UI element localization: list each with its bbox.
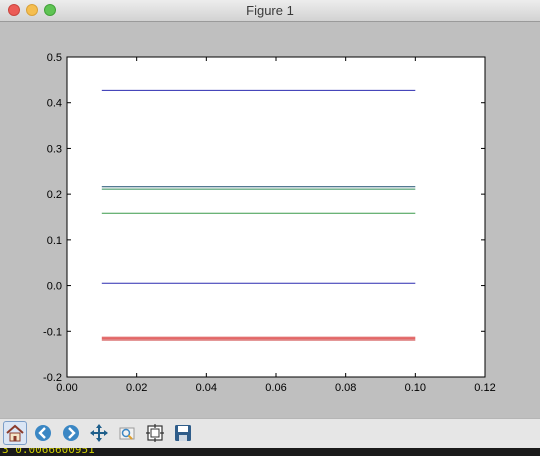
figure-canvas: 0.00 0.02 0.04 0.06 0.08 0.10 0.12 -0.2 -0.1 0.0 0… [0,22,540,418]
y-tick-label: 0.4 [47,98,62,110]
window-title: Figure 1 [246,3,294,18]
y-tick-label: 0.5 [47,52,62,64]
x-tick-label: 0.04 [196,382,217,394]
terminal-text: 3 0.0066600951 [2,448,95,456]
x-tick-label: 0.02 [126,382,147,394]
plot-area [66,56,486,378]
home-button[interactable] [3,421,27,445]
x-tick-label: 0.06 [265,382,286,394]
home-icon [5,423,25,443]
y-tick-label: 0.2 [47,189,62,201]
forward-button[interactable] [59,421,83,445]
save-button[interactable] [171,421,195,445]
title-bar: Figure 1 [0,0,540,22]
configure-subplots-button[interactable] [143,421,167,445]
y-tick-label: 0.0 [47,281,62,293]
y-tick-label: -0.2 [43,372,62,384]
x-tick-label: 0.08 [335,382,356,394]
zoom-button[interactable] [115,421,139,445]
y-tick-label: 0.1 [47,235,62,247]
back-button[interactable] [31,421,55,445]
y-tick-label: 0.3 [47,143,62,155]
zoom-rect-icon [117,423,137,443]
pan-button[interactable] [87,421,111,445]
y-tick-label: -0.1 [43,326,62,338]
subplots-icon [145,423,165,443]
forward-arrow-icon [61,423,81,443]
save-disk-icon [173,423,193,443]
back-arrow-icon [33,423,53,443]
navigation-toolbar [0,418,540,448]
line-chart: 0.00 0.02 0.04 0.06 0.08 0.10 0.12-0.2-0.10.00… [43,52,496,394]
x-tick-label: 0.10 [405,382,426,394]
terminal-output: 3 0.0066600951 [0,448,540,456]
move-arrows-icon [89,423,109,443]
x-tick-label: 0.12 [474,382,495,394]
